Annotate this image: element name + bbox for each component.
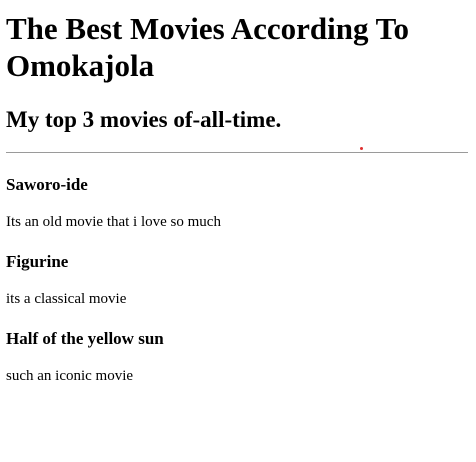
page-subtitle: My top 3 movies of-all-time.	[6, 107, 282, 132]
movie-title: Half of the yellow sun	[6, 329, 164, 348]
movie-list: Saworo-ide Its an old movie that i love …	[6, 174, 468, 386]
movie-title: Saworo-ide	[6, 175, 88, 194]
movie-item: Half of the yellow sun such an iconic mo…	[6, 328, 468, 386]
movie-description: its a classical movie	[6, 291, 127, 307]
red-dot-marker	[360, 147, 363, 150]
movie-item: Saworo-ide Its an old movie that i love …	[6, 174, 468, 232]
movie-description: Its an old movie that i love so much	[6, 214, 221, 230]
section-divider	[6, 152, 468, 153]
page-container: The Best Movies According To Omokajola M…	[0, 10, 476, 386]
movie-description: such an iconic movie	[6, 368, 134, 384]
movie-title: Figurine	[6, 252, 69, 271]
movie-item: Figurine its a classical movie	[6, 251, 468, 309]
page-title: The Best Movies According To Omokajola	[6, 11, 410, 83]
